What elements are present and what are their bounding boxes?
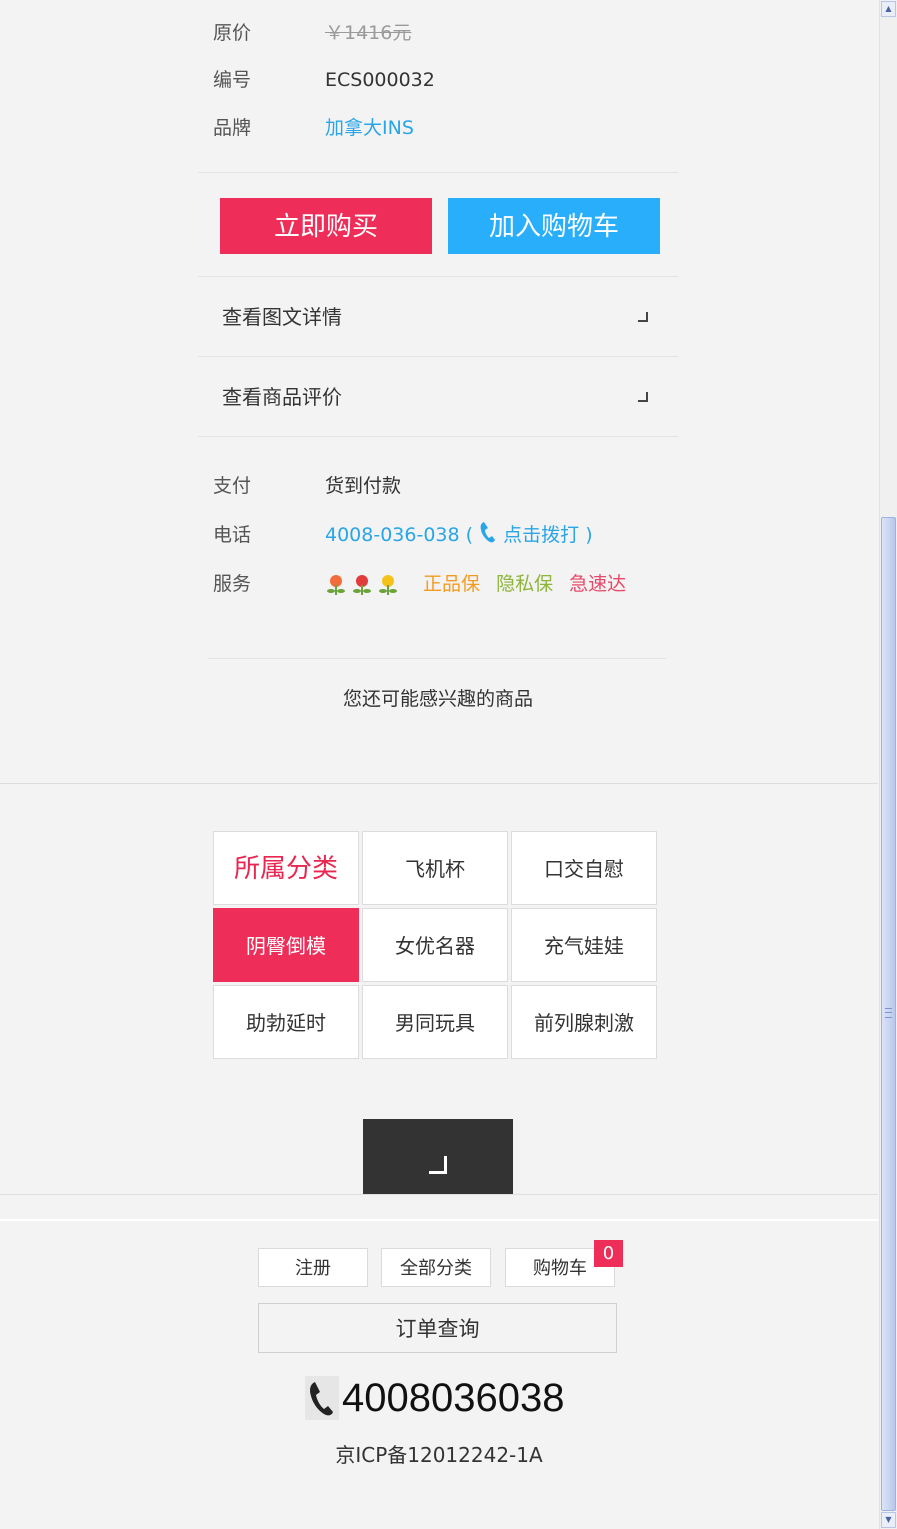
divider [198, 436, 678, 437]
section-divider [0, 783, 878, 784]
original-price-value: ￥1416元 [325, 22, 412, 44]
vertical-scrollbar[interactable]: ▲ ▼ [879, 0, 897, 1529]
footer-divider [0, 1194, 878, 1195]
recommend-title: 您还可能感兴趣的商品 [342, 688, 533, 710]
back-to-top-button[interactable] [363, 1119, 513, 1194]
cart-count-badge: 0 [594, 1240, 623, 1267]
sku-label: 编号 [213, 69, 252, 91]
category-title: 所属分类 [213, 831, 359, 905]
view-details-link[interactable]: 查看图文详情 [198, 277, 678, 356]
brand-link[interactable]: 加拿大INS [325, 113, 414, 143]
service-tag-privacy: 隐私保 [496, 573, 554, 595]
category-item[interactable]: 充气娃娃 [511, 908, 657, 982]
phone-icon [305, 1376, 339, 1420]
category-item[interactable]: 口交自慰 [511, 831, 657, 905]
phone-number: 4008-036-038 [325, 524, 460, 546]
scrollbar-grip-icon [885, 1008, 892, 1018]
back-to-top-icon [429, 1156, 447, 1174]
category-item[interactable]: 女优名器 [362, 908, 508, 982]
phone-open-paren: ( [465, 524, 474, 546]
phone-icon [479, 520, 497, 544]
phone-call-link[interactable]: 4008-036-038 ( 点击拨打 ) [325, 520, 593, 550]
scroll-down-icon[interactable]: ▼ [881, 1512, 896, 1528]
brand-label: 品牌 [213, 117, 252, 139]
sku-value: ECS000032 [325, 69, 435, 91]
service-tags: 正品保 隐私保 急速达 [325, 569, 626, 599]
scrollbar-thumb[interactable] [881, 517, 896, 1511]
flower-icon [351, 573, 373, 597]
category-item[interactable]: 飞机杯 [362, 831, 508, 905]
divider [198, 172, 678, 173]
category-item-active[interactable]: 阴臀倒模 [213, 908, 359, 982]
order-query-button[interactable]: 订单查询 [258, 1303, 617, 1353]
view-reviews-label: 查看商品评价 [222, 385, 342, 409]
phone-close-paren: ) [585, 524, 593, 546]
flower-icon [377, 573, 399, 597]
payment-value: 货到付款 [325, 475, 402, 497]
service-tag-express: 急速达 [569, 573, 627, 595]
service-tag-authentic: 正品保 [423, 573, 481, 595]
register-button[interactable]: 注册 [258, 1248, 368, 1287]
add-to-cart-button[interactable]: 加入购物车 [448, 198, 660, 254]
footer-divider [0, 1219, 878, 1221]
category-item[interactable]: 男同玩具 [362, 985, 508, 1059]
phone-call-text: 点击拨打 [503, 524, 580, 546]
view-reviews-link[interactable]: 查看商品评价 [198, 357, 678, 436]
payment-label: 支付 [213, 475, 252, 497]
chevron-corner-icon [638, 392, 648, 402]
chevron-corner-icon [638, 312, 648, 322]
buy-now-button[interactable]: 立即购买 [220, 198, 432, 254]
category-item[interactable]: 助勃延时 [213, 985, 359, 1059]
scroll-up-icon[interactable]: ▲ [881, 1, 896, 17]
all-categories-button[interactable]: 全部分类 [381, 1248, 491, 1287]
flower-icon [325, 573, 347, 597]
category-item[interactable]: 前列腺刺激 [511, 985, 657, 1059]
view-details-label: 查看图文详情 [222, 305, 342, 329]
icp-record: 京ICP备12012242-1A [335, 1443, 543, 1467]
original-price-label: 原价 [213, 22, 252, 44]
divider [208, 658, 666, 659]
service-label: 服务 [213, 573, 252, 595]
phone-label: 电话 [213, 524, 252, 546]
hotline-number: 4008036038 [342, 1376, 565, 1420]
